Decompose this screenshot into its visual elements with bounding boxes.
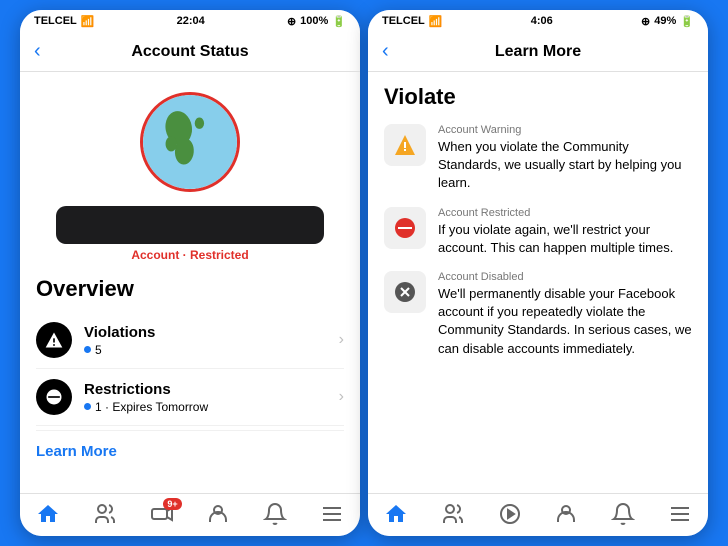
violation-restricted: Account Restricted If you violate again,… xyxy=(384,207,692,257)
battery-left: 100% xyxy=(300,15,328,27)
tab-friends-right[interactable] xyxy=(441,502,465,526)
tab-profile-right[interactable] xyxy=(554,502,578,526)
globe-container xyxy=(36,92,344,192)
battery-right: 49% xyxy=(654,15,676,27)
violations-content: Violations 5 xyxy=(84,324,327,357)
tab-bar-left: 9+ xyxy=(20,493,360,536)
left-phone: TELCEL 📶 22:04 ⊕ 100% 🔋 ‹ Account Status xyxy=(20,10,360,536)
tab-profile-left[interactable] xyxy=(206,502,230,526)
account-status-body: Account · Restricted Overview Violations xyxy=(20,72,360,493)
right-phone: TELCEL 📶 4:06 ⊕ 49% 🔋 ‹ Learn More Viola… xyxy=(368,10,708,536)
page-title-left: Account Status xyxy=(131,43,248,61)
account-label: Account · Restricted xyxy=(36,248,344,262)
violation-disabled: Account Disabled We'll permanently disab… xyxy=(384,271,692,358)
restricted-label: Account Restricted xyxy=(438,207,692,219)
tab-home-right[interactable] xyxy=(384,502,408,526)
restricted-text: Account Restricted If you violate again,… xyxy=(438,207,692,257)
restrict-icon-box xyxy=(384,207,426,249)
restrictions-sub: 1 · Expires Tomorrow xyxy=(84,400,327,414)
action-bar[interactable] xyxy=(56,206,324,244)
warning-label: Account Warning xyxy=(438,124,692,136)
chevron-violations: › xyxy=(339,331,344,349)
violations-title: Violations xyxy=(84,324,327,341)
warning-icon-box xyxy=(384,124,426,166)
violation-warning: Account Warning When you violate the Com… xyxy=(384,124,692,193)
time-right: 4:06 xyxy=(531,15,553,27)
tab-bell-right[interactable] xyxy=(611,502,635,526)
restricted-desc: If you violate again, we'll restrict you… xyxy=(438,221,692,257)
page-title-right: Learn More xyxy=(495,43,581,61)
overview-title: Overview xyxy=(36,276,344,302)
tab-bell-left[interactable] xyxy=(263,502,287,526)
warning-text: Account Warning When you violate the Com… xyxy=(438,124,692,193)
restrict-icon xyxy=(36,379,72,415)
learn-more-body: Violate Account Warning When you violate… xyxy=(368,72,708,493)
restrictions-title: Restrictions xyxy=(84,381,327,398)
time-left: 22:04 xyxy=(177,15,205,27)
learn-more-link[interactable]: Learn More xyxy=(36,430,344,464)
globe-icon xyxy=(140,92,240,192)
tab-menu-right[interactable] xyxy=(668,502,692,526)
tab-play-right[interactable] xyxy=(498,502,522,526)
tab-bar-right xyxy=(368,493,708,536)
violate-title: Violate xyxy=(384,84,692,110)
screen-content-left: Account · Restricted Overview Violations xyxy=(20,72,360,493)
disabled-text: Account Disabled We'll permanently disab… xyxy=(438,271,692,358)
tab-friends-left[interactable] xyxy=(93,502,117,526)
tab-menu-left[interactable] xyxy=(320,502,344,526)
dot-blue xyxy=(84,346,91,353)
back-button-right[interactable]: ‹ xyxy=(382,40,389,63)
restrictions-content: Restrictions 1 · Expires Tomorrow xyxy=(84,381,327,414)
violations-item[interactable]: Violations 5 › xyxy=(36,312,344,369)
warning-icon xyxy=(36,322,72,358)
nav-bar-right: ‹ Learn More xyxy=(368,32,708,72)
video-badge: 9+ xyxy=(163,498,181,510)
disabled-label: Account Disabled xyxy=(438,271,692,283)
carrier-right: TELCEL xyxy=(382,15,425,27)
chevron-restrictions: › xyxy=(339,388,344,406)
tab-video-left[interactable]: 9+ xyxy=(150,502,174,526)
violations-sub: 5 xyxy=(84,343,327,357)
carrier-left: TELCEL xyxy=(34,15,77,27)
tab-home-left[interactable] xyxy=(36,502,60,526)
restrictions-item[interactable]: Restrictions 1 · Expires Tomorrow › xyxy=(36,369,344,426)
nav-bar-left: ‹ Account Status xyxy=(20,32,360,72)
disabled-desc: We'll permanently disable your Facebook … xyxy=(438,285,692,358)
dot-blue-2 xyxy=(84,403,91,410)
status-bar-right: TELCEL 📶 4:06 ⊕ 49% 🔋 xyxy=(368,10,708,32)
back-button-left[interactable]: ‹ xyxy=(34,40,41,63)
screen-content-right: Violate Account Warning When you violate… xyxy=(368,72,708,493)
status-bar-left: TELCEL 📶 22:04 ⊕ 100% 🔋 xyxy=(20,10,360,32)
disabled-icon-box xyxy=(384,271,426,313)
warning-desc: When you violate the Community Standards… xyxy=(438,138,692,193)
